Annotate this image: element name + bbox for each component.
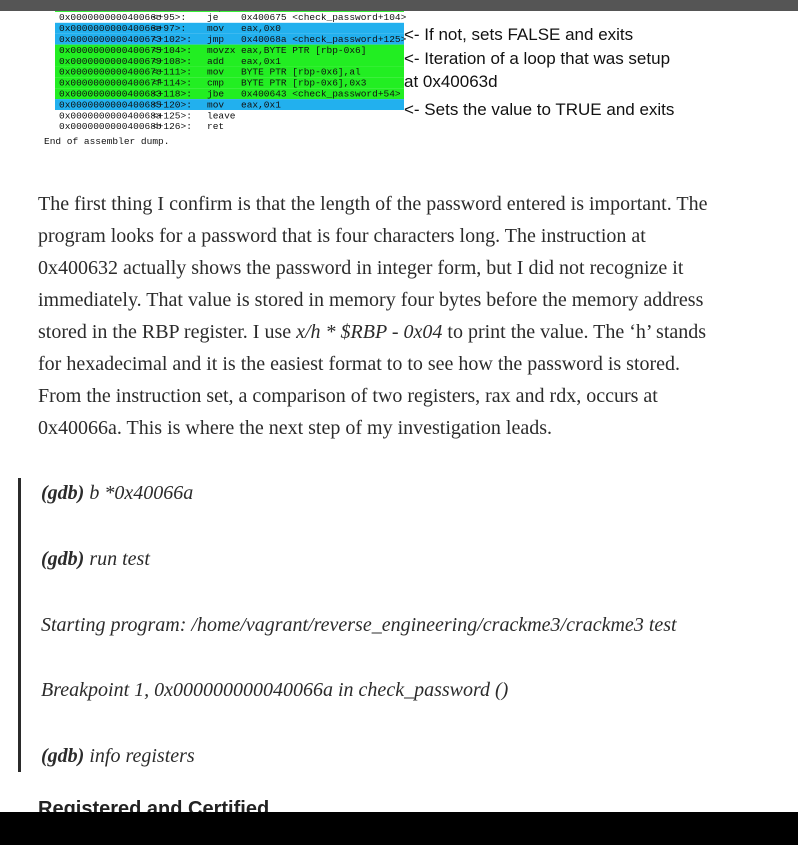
asm-address: 0x0000000000400675 [59, 45, 162, 56]
gdb-session-blockquote: (gdb) b *0x40066a (gdb) run test Startin… [18, 478, 778, 772]
asm-mnemonic: ret [207, 121, 224, 132]
asm-offset: <+97>: [152, 23, 186, 34]
gdb-line-starting-program: Starting program: /home/vagrant/reverse_… [41, 614, 677, 636]
asm-operands: 0x400675 <check_password+104> [241, 12, 407, 23]
gdb-prompt: (gdb) [41, 548, 85, 570]
asm-mnemonic: jbe [207, 89, 224, 100]
asm-offset: <+95>: [152, 12, 186, 23]
asm-mnemonic: mov [207, 99, 224, 110]
gdb-prompt: (gdb) [41, 482, 85, 504]
asm-mnemonic: leave [207, 110, 236, 121]
assembler-dump-image: 0x000000000040066a<+93>:cmprdx,rax0x0000… [44, 11, 674, 147]
asm-address: 0x000000000040067f [59, 78, 162, 89]
asm-offset: <+104>: [152, 45, 192, 56]
top-bar [0, 0, 798, 11]
annotation-true-exit: <- Sets the value to TRUE and exits [404, 100, 674, 119]
asm-offset: <+126>: [152, 121, 192, 132]
asm-operands: eax,0x1 [241, 99, 281, 110]
asm-address: 0x0000000000400685 [59, 99, 162, 110]
gdb-command-text: info registers [84, 745, 195, 767]
gdb-command-text: b *0x40066a [84, 482, 194, 504]
gdb-line-breakpoint-hit: Breakpoint 1, 0x000000000040066a in chec… [41, 679, 509, 701]
gdb-prompt: (gdb) [41, 745, 85, 767]
asm-operands: eax,BYTE PTR [rbp-0x6] [241, 45, 366, 56]
asm-offset: <+114>: [152, 78, 192, 89]
asm-offset: <+118>: [152, 89, 192, 100]
gdb-examine-command: x/h * $RBP - 0x04 [296, 321, 443, 343]
gdb-line-run-command: (gdb) run test [41, 548, 150, 571]
annotation-loop-line1: <- Iteration of a loop that was setup [404, 49, 670, 68]
annotation-loop-line2: at 0x40063d [404, 72, 498, 91]
asm-mnemonic: movzx [207, 45, 236, 56]
asm-operands: eax,0x1 [241, 56, 281, 67]
asm-address: 0x0000000000400683 [59, 89, 162, 100]
asm-address: 0x000000000040067c [59, 67, 162, 78]
asm-mnemonic: cmp [207, 78, 224, 89]
asm-mnemonic: je [207, 12, 219, 23]
assembler-end-line: End of assembler dump. [44, 136, 169, 147]
asm-operands: BYTE PTR [rbp-0x6],0x3 [241, 78, 367, 89]
asm-offset: <+102>: [152, 34, 192, 45]
asm-mnemonic: mov [207, 23, 224, 34]
asm-address: 0x000000000040068b [59, 121, 162, 132]
asm-mnemonic: jmp [207, 34, 224, 45]
assembler-dump-figure: 0x000000000040066a<+93>:cmprdx,rax0x0000… [38, 11, 718, 151]
asm-offset: <+120>: [152, 99, 192, 110]
asm-offset: <+108>: [152, 56, 192, 67]
asm-offset: <+111>: [152, 67, 192, 78]
asm-mnemonic: mov [207, 67, 224, 78]
asm-address: 0x000000000040068a [59, 110, 162, 121]
gdb-command-text: run test [84, 548, 150, 570]
asm-operands: eax,0x0 [241, 23, 281, 34]
asm-operands: BYTE PTR [rbp-0x6],al [241, 67, 361, 78]
bottom-bar [0, 812, 798, 845]
asm-operands: 0x40068a <check_password+125> [241, 34, 407, 45]
asm-operands: 0x400643 <check_password+54> [241, 89, 401, 100]
gdb-line-break-command: (gdb) b *0x40066a [41, 482, 193, 505]
asm-address: 0x000000000040066e [59, 23, 162, 34]
article-paragraph: The first thing I confirm is that the le… [38, 188, 728, 444]
asm-mnemonic: add [207, 56, 224, 67]
gdb-line-info-registers: (gdb) info registers [41, 745, 195, 768]
asm-address: 0x000000000040066c [59, 12, 162, 23]
asm-address: 0x0000000000400673 [59, 34, 162, 45]
asm-offset: <+125>: [152, 110, 192, 121]
annotation-false-exit: <- If not, sets FALSE and exits [404, 25, 633, 44]
asm-address: 0x0000000000400679 [59, 56, 162, 67]
